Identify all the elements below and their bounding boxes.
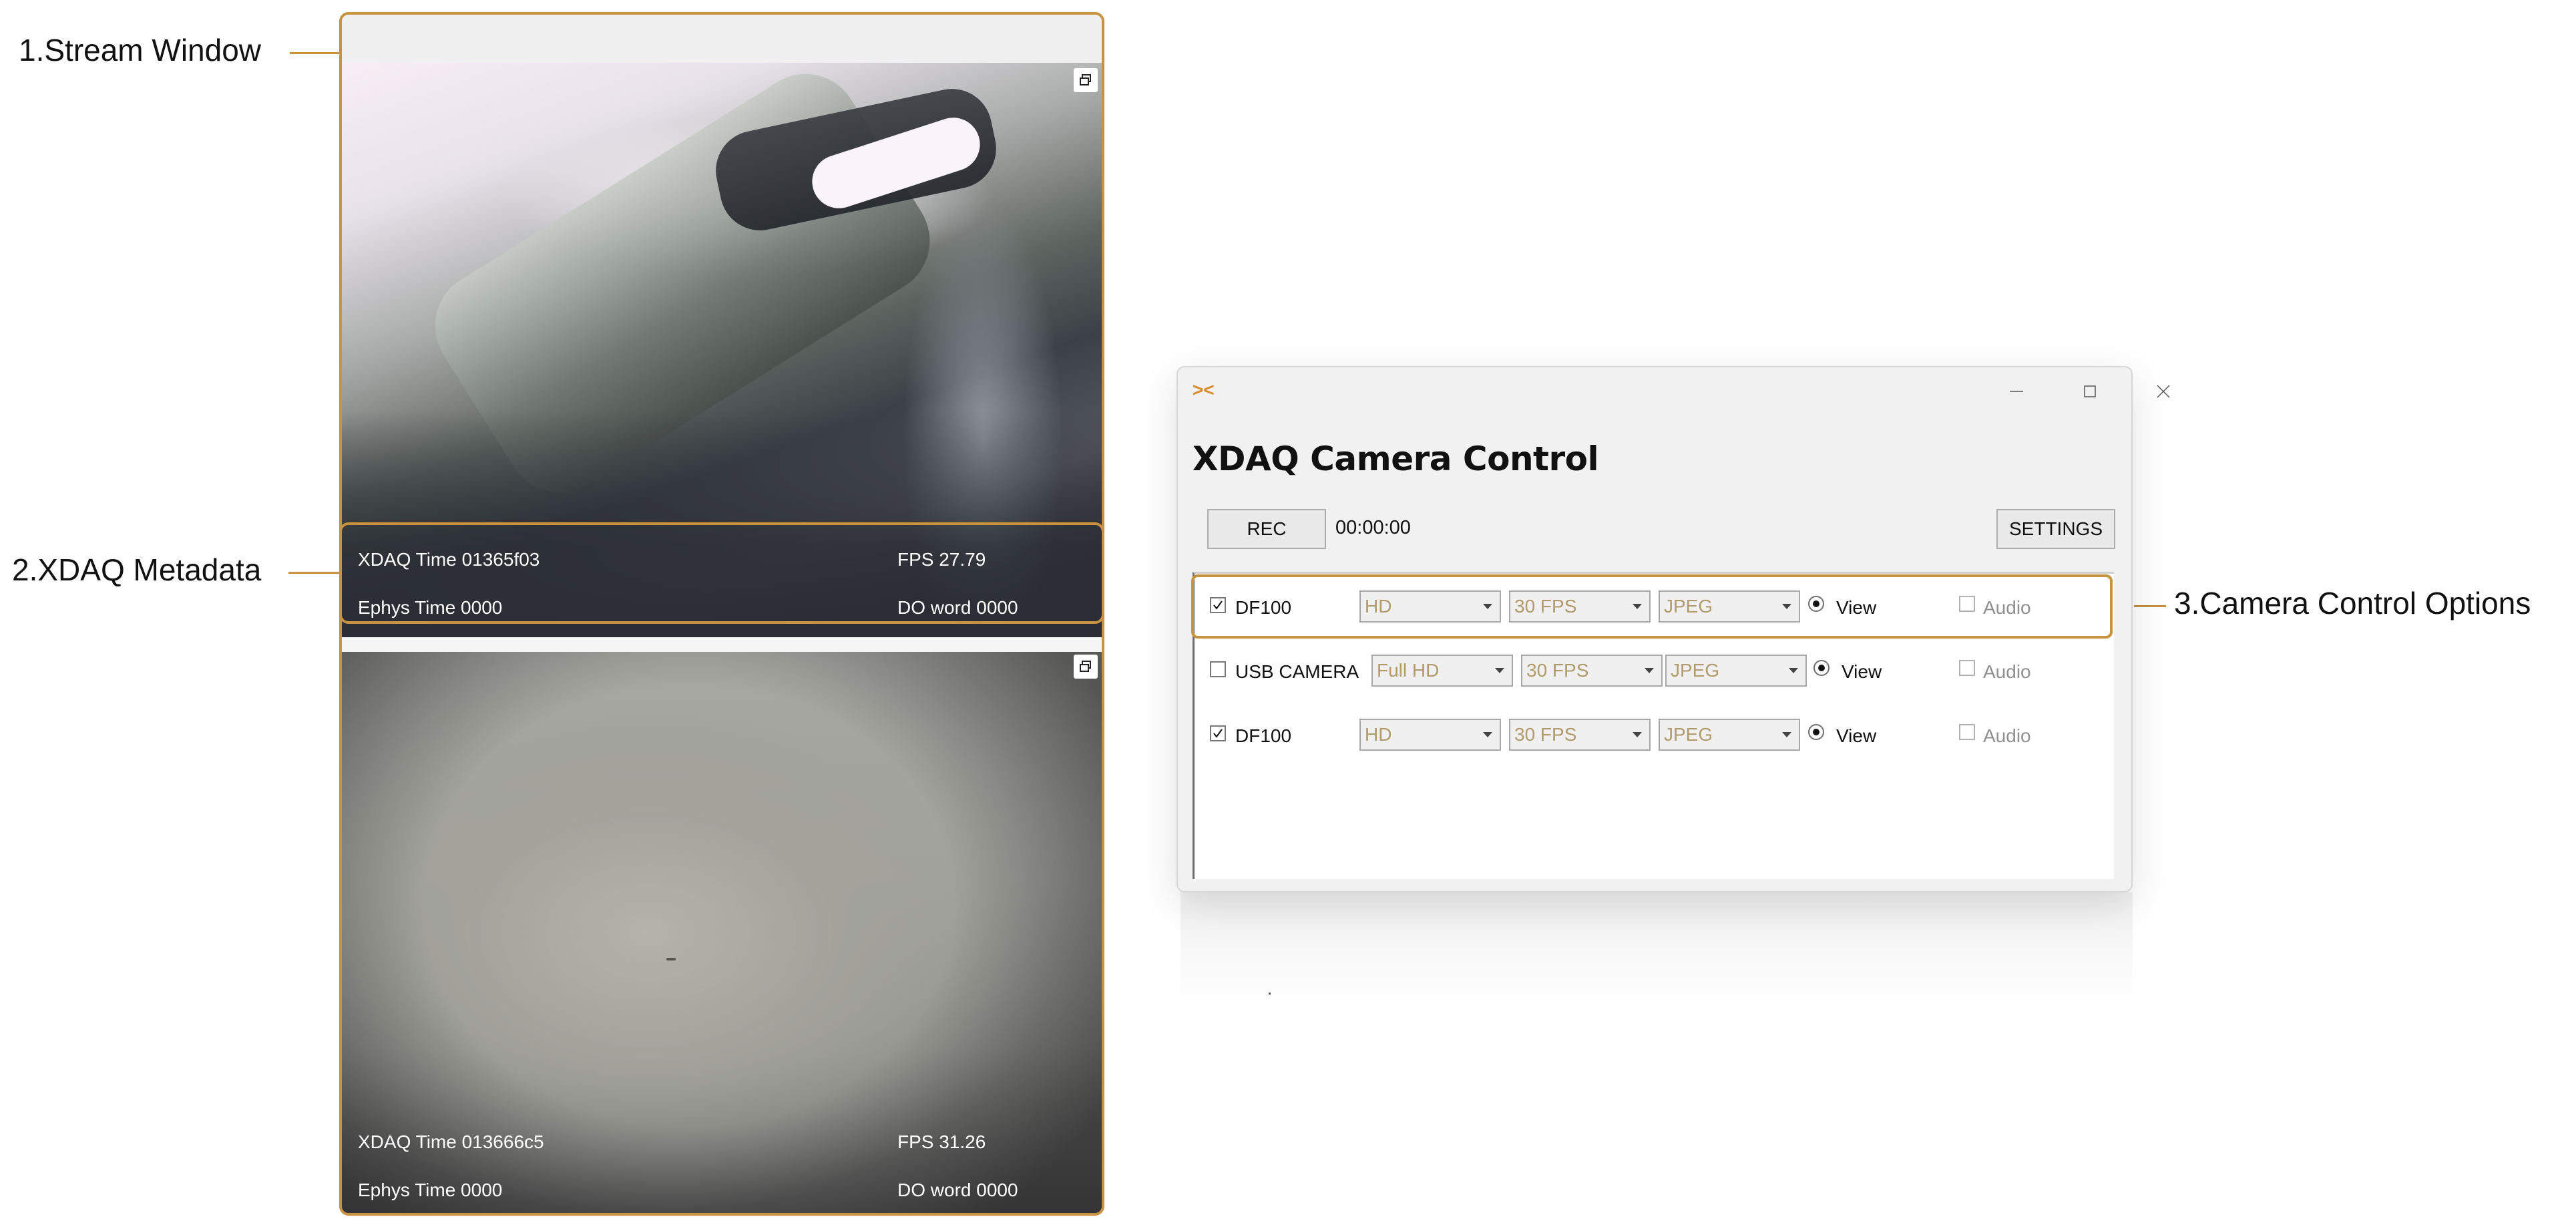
chevron-down-icon [1637, 656, 1661, 685]
resolution-value: HD [1365, 724, 1392, 745]
do-word-readout: DO word 0000 [897, 1180, 1018, 1200]
chevron-down-icon [1781, 656, 1805, 685]
resolution-dropdown[interactable]: Full HD [1371, 655, 1513, 687]
callout-xdaq-metadata: 2.XDAQ Metadata [12, 552, 262, 587]
settings-button[interactable]: SETTINGS [1996, 509, 2115, 549]
stream-window-titlebar[interactable] [342, 15, 1102, 63]
view-radio[interactable] [1813, 660, 1830, 676]
chevron-down-icon [1775, 592, 1799, 621]
camera-stream-2: XDAQ Time 013666c5 FPS 31.26 Ephys Time … [342, 652, 1102, 1213]
minimize-icon[interactable] [2000, 375, 2032, 407]
fps-readout: FPS 31.26 [897, 1131, 986, 1152]
chevron-down-icon [1488, 656, 1512, 685]
video-frame-content [666, 958, 676, 960]
view-label: View [1842, 661, 1882, 682]
camera-enable-checkbox[interactable] [1210, 597, 1226, 613]
view-label: View [1836, 725, 1877, 746]
view-radio[interactable] [1808, 596, 1824, 612]
chevron-down-icon [1625, 720, 1649, 749]
window-title: XDAQ Camera Control [1193, 440, 1599, 478]
format-dropdown[interactable]: JPEG [1665, 655, 1807, 687]
callout-leader-line [290, 52, 341, 54]
format-value: JPEG [1671, 660, 1720, 681]
format-value: JPEG [1664, 724, 1713, 745]
maximize-icon[interactable] [2074, 375, 2106, 407]
format-value: JPEG [1664, 596, 1713, 617]
view-radio[interactable] [1808, 724, 1824, 740]
audio-checkbox[interactable] [1959, 660, 1975, 676]
resolution-value: Full HD [1377, 660, 1440, 681]
ephys-time-readout: Ephys Time 0000 [358, 1180, 503, 1200]
camera-name: USB CAMERA [1235, 661, 1359, 682]
camera-control-window: >< XDAQ Camera Control REC 00:00:00 SETT… [1176, 366, 2170, 892]
close-icon[interactable] [2147, 375, 2179, 407]
fps-value: 30 FPS [1514, 596, 1577, 617]
fps-value: 30 FPS [1526, 660, 1589, 681]
audio-label: Audio [1983, 725, 2031, 746]
restore-window-icon[interactable] [1074, 68, 1098, 92]
window-shadow [1180, 892, 2133, 1006]
restore-window-icon[interactable] [1074, 655, 1098, 679]
camera-enable-checkbox[interactable] [1210, 725, 1226, 741]
chevron-down-icon [1625, 592, 1649, 621]
resolution-dropdown[interactable]: HD [1359, 719, 1501, 751]
recording-timer: 00:00:00 [1335, 517, 1411, 538]
audio-label: Audio [1983, 597, 2031, 618]
chevron-down-icon [1476, 592, 1500, 621]
stray-dot [1269, 993, 1271, 995]
callout-leader-line [288, 572, 341, 574]
resolution-dropdown[interactable]: HD [1359, 590, 1501, 623]
callout-leader-line [2134, 605, 2166, 607]
fps-value: 30 FPS [1514, 724, 1577, 745]
view-label: View [1836, 597, 1877, 618]
format-dropdown[interactable]: JPEG [1659, 719, 1800, 751]
format-dropdown[interactable]: JPEG [1659, 590, 1800, 623]
fps-dropdown[interactable]: 30 FPS [1509, 590, 1651, 623]
chevron-down-icon [1476, 720, 1500, 749]
stream-divider [342, 637, 1102, 652]
resolution-value: HD [1365, 596, 1392, 617]
xdaq-time-readout: XDAQ Time 013666c5 [358, 1131, 544, 1152]
audio-checkbox[interactable] [1959, 724, 1975, 740]
rec-button[interactable]: REC [1207, 509, 1326, 549]
fps-dropdown[interactable]: 30 FPS [1521, 655, 1663, 687]
metadata-highlight [339, 522, 1104, 624]
camera-name: DF100 [1235, 597, 1292, 618]
callout-stream-window: 1.Stream Window [19, 33, 262, 67]
camera-name: DF100 [1235, 725, 1292, 746]
app-logo-icon: >< [1193, 379, 1215, 400]
chevron-down-icon [1775, 720, 1799, 749]
audio-checkbox[interactable] [1959, 596, 1975, 612]
fps-dropdown[interactable]: 30 FPS [1509, 719, 1651, 751]
audio-label: Audio [1983, 661, 2031, 682]
camera-enable-checkbox[interactable] [1210, 661, 1226, 677]
callout-camera-control-options: 3.Camera Control Options [2174, 586, 2531, 621]
